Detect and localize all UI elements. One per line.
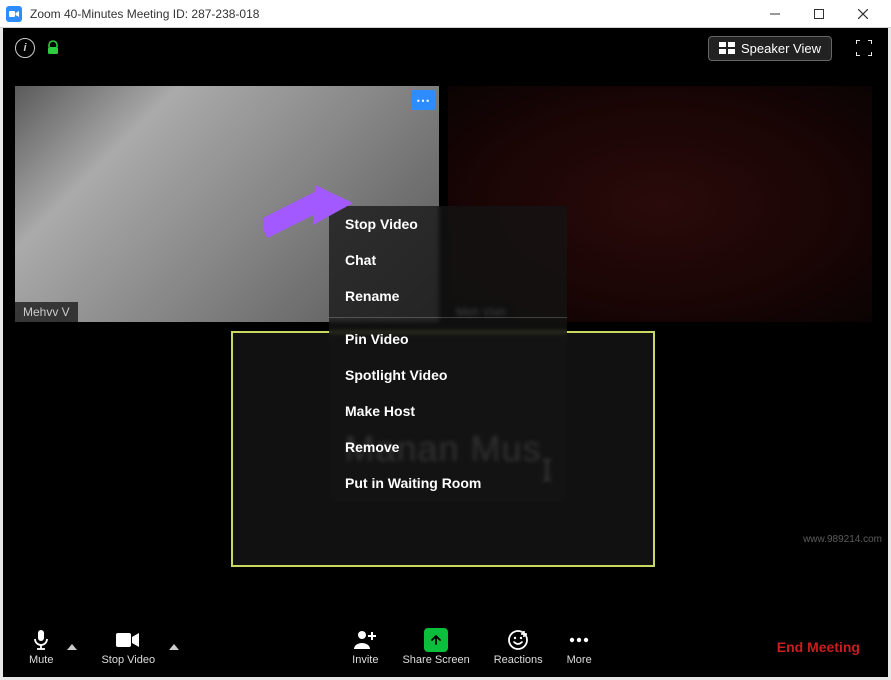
share-screen-button[interactable]: Share Screen bbox=[390, 624, 481, 670]
meeting-info-icon[interactable]: i bbox=[15, 38, 35, 58]
more-label: More bbox=[567, 654, 592, 666]
window-maximize-button[interactable] bbox=[797, 0, 841, 28]
zoom-meeting-window: i Speaker View ⋯ Mehvv V Meh Vish Manan … bbox=[3, 28, 888, 677]
meeting-toolbar: Mute Stop Video Invite bbox=[3, 617, 888, 677]
menu-item-make-host[interactable]: Make Host bbox=[329, 393, 567, 429]
stop-video-button[interactable]: Stop Video bbox=[89, 624, 167, 670]
menu-item-spotlight-video[interactable]: Spotlight Video bbox=[329, 357, 567, 393]
more-button[interactable]: More bbox=[555, 624, 604, 670]
invite-label: Invite bbox=[352, 654, 378, 666]
speaker-view-button[interactable]: Speaker View bbox=[708, 36, 832, 61]
video-camera-icon bbox=[116, 628, 140, 652]
encryption-lock-icon[interactable] bbox=[45, 40, 61, 56]
menu-item-chat[interactable]: Chat bbox=[329, 242, 567, 278]
share-screen-label: Share Screen bbox=[402, 654, 469, 666]
stop-video-label: Stop Video bbox=[101, 654, 155, 666]
audio-options-chevron[interactable] bbox=[65, 644, 79, 650]
reactions-label: Reactions bbox=[494, 654, 543, 666]
menu-item-remove[interactable]: Remove bbox=[329, 429, 567, 465]
participant-name-label: Mehvv V bbox=[15, 302, 78, 322]
share-screen-icon bbox=[424, 628, 448, 652]
tile-more-button[interactable]: ⋯ bbox=[411, 90, 435, 110]
zoom-app-icon bbox=[6, 6, 22, 22]
mute-label: Mute bbox=[29, 654, 53, 666]
participant-context-menu: Stop Video Chat Rename Pin Video Spotlig… bbox=[329, 206, 567, 501]
menu-item-pin-video[interactable]: Pin Video bbox=[329, 321, 567, 357]
speaker-view-label: Speaker View bbox=[741, 41, 821, 56]
reactions-button[interactable]: Reactions bbox=[482, 624, 555, 670]
meeting-topbar: i Speaker View bbox=[3, 28, 888, 68]
microphone-icon bbox=[31, 628, 51, 652]
invite-person-icon bbox=[353, 628, 377, 652]
gallery-icon bbox=[719, 42, 735, 54]
video-grid: ⋯ Mehvv V Meh Vish Manan Mus Stop Video … bbox=[3, 68, 888, 617]
fullscreen-button[interactable] bbox=[852, 36, 876, 60]
video-options-chevron[interactable] bbox=[167, 644, 181, 650]
invite-button[interactable]: Invite bbox=[340, 624, 390, 670]
menu-separator bbox=[329, 317, 567, 318]
window-titlebar: Zoom 40-Minutes Meeting ID: 287-238-018 bbox=[0, 0, 891, 28]
menu-item-stop-video[interactable]: Stop Video bbox=[329, 206, 567, 242]
reactions-icon bbox=[507, 628, 529, 652]
more-dots-icon bbox=[568, 628, 590, 652]
window-title: Zoom 40-Minutes Meeting ID: 287-238-018 bbox=[30, 7, 753, 21]
mute-button[interactable]: Mute bbox=[17, 624, 65, 670]
watermark: www.989214.com bbox=[803, 534, 882, 545]
menu-item-put-in-waiting-room[interactable]: Put in Waiting Room bbox=[329, 465, 567, 501]
menu-item-rename[interactable]: Rename bbox=[329, 278, 567, 314]
end-meeting-button[interactable]: End Meeting bbox=[763, 633, 874, 661]
window-minimize-button[interactable] bbox=[753, 0, 797, 28]
window-close-button[interactable] bbox=[841, 0, 885, 28]
